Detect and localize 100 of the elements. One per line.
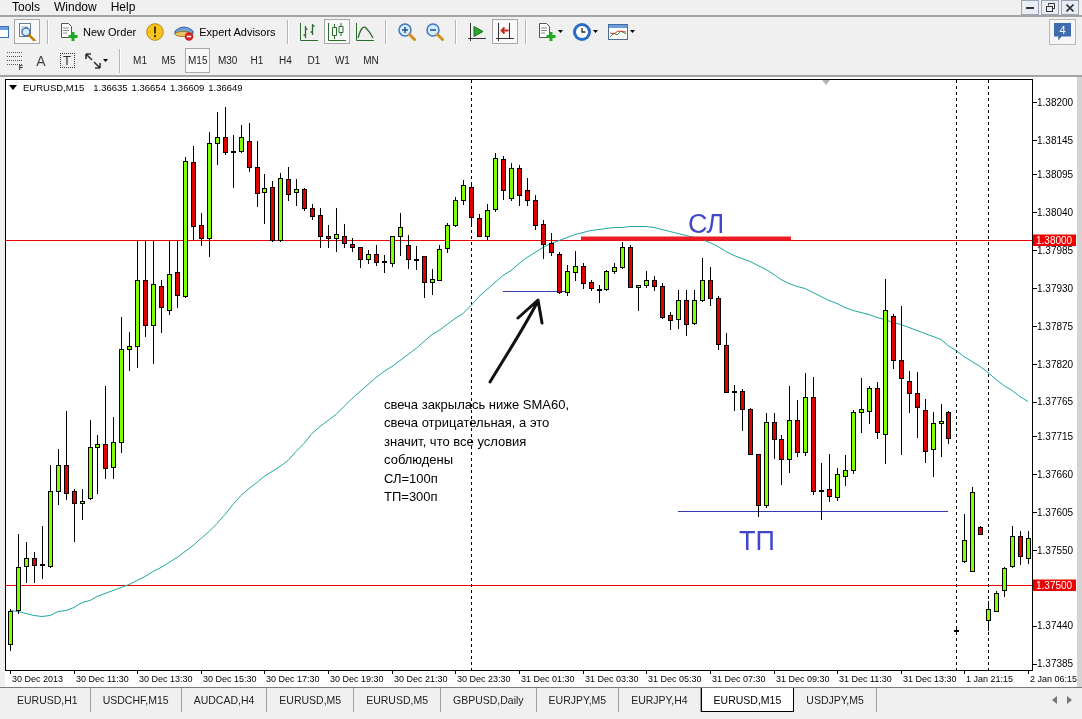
close-button[interactable] bbox=[1061, 0, 1079, 15]
candle-body bbox=[390, 236, 395, 264]
candle-body bbox=[262, 188, 267, 193]
candle-body bbox=[398, 227, 403, 237]
candle-body bbox=[1018, 536, 1023, 557]
candle-wick bbox=[909, 370, 910, 414]
candle-body bbox=[581, 266, 586, 284]
candle-body bbox=[151, 284, 156, 326]
close-icon bbox=[1066, 3, 1074, 12]
timeframe-button[interactable]: H4 bbox=[273, 48, 298, 73]
menu-item[interactable]: Help bbox=[103, 0, 143, 14]
chart-tab[interactable]: EURUSD,H1 bbox=[5, 688, 91, 712]
time-axis-label: 30 Dec 11:30 bbox=[76, 674, 129, 684]
price-axis-label: 1.38200 bbox=[1037, 96, 1074, 108]
candle-wick bbox=[837, 467, 838, 502]
left-arrow-icon[interactable] bbox=[1052, 696, 1057, 704]
candle-wick bbox=[161, 279, 162, 334]
candle-body bbox=[700, 280, 705, 301]
menu-item[interactable]: Tools bbox=[5, 0, 47, 14]
time-axis-label: 1 Jan 21:15 bbox=[966, 674, 1014, 684]
candle-body bbox=[16, 567, 21, 611]
time-axis-label: 30 Dec 15:30 bbox=[203, 674, 257, 684]
minimize-icon bbox=[1026, 6, 1034, 9]
timeframe-button[interactable]: M30 bbox=[214, 48, 241, 73]
candle-body bbox=[175, 272, 180, 296]
candle-body bbox=[469, 187, 474, 218]
timeframe-button[interactable]: MN bbox=[358, 48, 383, 73]
restore-button[interactable] bbox=[1041, 0, 1059, 15]
timeframe-button[interactable]: H1 bbox=[244, 48, 269, 73]
timeframe-button[interactable]: M1 bbox=[128, 48, 152, 73]
candle-body bbox=[939, 421, 944, 424]
chart-tab[interactable]: GBPUSD,Daily bbox=[441, 688, 537, 712]
candle-wick bbox=[941, 403, 942, 458]
price-tag: 1.37500 bbox=[1033, 579, 1076, 591]
timeframe-button[interactable]: M5 bbox=[156, 48, 181, 73]
price-axis-label: 1.37715 bbox=[1037, 430, 1074, 442]
price-axis-label: 1.37820 bbox=[1037, 358, 1074, 370]
candle-body bbox=[835, 474, 840, 498]
caret-icon bbox=[629, 30, 635, 33]
candle-wick bbox=[34, 551, 35, 584]
chart-tab[interactable]: USDCHF,M15 bbox=[90, 688, 182, 712]
candle-wick bbox=[543, 219, 544, 260]
candle-body bbox=[684, 300, 689, 325]
candle-wick bbox=[344, 223, 345, 249]
candle-body bbox=[239, 137, 244, 152]
candle-wick bbox=[74, 488, 75, 543]
text-label-button[interactable]: T bbox=[55, 48, 79, 73]
candle-body bbox=[358, 247, 363, 260]
candle-wick bbox=[400, 212, 401, 257]
price-axis-label: 1.37385 bbox=[1037, 658, 1074, 670]
time-axis-label: 31 Dec 01:30 bbox=[521, 674, 575, 684]
candle-body bbox=[787, 420, 792, 460]
timeframe-button[interactable]: W1 bbox=[330, 48, 355, 73]
candle-wick bbox=[241, 124, 242, 154]
candle-wick bbox=[97, 434, 98, 495]
candle-body bbox=[445, 225, 450, 249]
candle-body bbox=[724, 345, 729, 393]
candle-body bbox=[772, 422, 777, 440]
message-badge: 4 bbox=[1054, 22, 1071, 41]
chart-tab[interactable]: EURJPY,M5 bbox=[536, 688, 620, 712]
quote-value: 1.36635 bbox=[93, 82, 128, 93]
candle-body bbox=[517, 168, 522, 196]
chart-tab[interactable]: EURJPY,H4 bbox=[619, 688, 701, 712]
zoom-in-icon bbox=[397, 22, 416, 41]
candle-body bbox=[318, 215, 323, 237]
candle-body bbox=[103, 444, 108, 469]
notifications-button[interactable]: 4 bbox=[1049, 18, 1076, 45]
dropdown-triangle-icon[interactable] bbox=[9, 85, 17, 90]
timeframe-button[interactable]: M15 bbox=[185, 48, 211, 73]
chart-tab[interactable]: AUDCAD,H4 bbox=[181, 688, 268, 712]
candle-wick bbox=[201, 212, 202, 247]
time-axis-label: 31 Dec 09:30 bbox=[776, 674, 830, 684]
expert-advisors-button[interactable]: Expert Advisors bbox=[170, 19, 280, 44]
right-arrow-icon[interactable] bbox=[1067, 696, 1072, 704]
time-axis-label: 31 Dec 07:30 bbox=[712, 674, 766, 684]
candle-wick bbox=[869, 385, 870, 425]
candle-body bbox=[525, 190, 530, 201]
data-window-button[interactable] bbox=[14, 19, 40, 44]
annotation-text: СЛ=100п bbox=[384, 469, 439, 488]
chart-tab[interactable]: EURUSD,M15 bbox=[700, 688, 795, 712]
triangle-marker-icon[interactable] bbox=[822, 80, 830, 85]
minimize-button[interactable] bbox=[1021, 0, 1039, 15]
candle-body bbox=[851, 412, 856, 471]
candle-wick bbox=[320, 207, 321, 249]
candle-wick bbox=[551, 232, 552, 257]
text-tool-button[interactable]: A bbox=[29, 48, 53, 73]
candle-body bbox=[88, 447, 93, 499]
candlestick-chart-button[interactable] bbox=[323, 19, 350, 44]
menu-item[interactable]: Window bbox=[47, 0, 104, 14]
bar-chart-icon bbox=[299, 22, 318, 41]
chart-tab[interactable]: USDJPY,M5 bbox=[794, 688, 877, 712]
timeframe-button[interactable]: D1 bbox=[301, 48, 326, 73]
chart-tab[interactable]: EURUSD,M5 bbox=[267, 688, 355, 712]
chart-shift-button[interactable] bbox=[491, 19, 518, 44]
candle-body bbox=[962, 540, 967, 562]
chart-tab[interactable]: EURUSD,M5 bbox=[354, 688, 441, 712]
time-axis-label: 31 Dec 13:30 bbox=[903, 674, 957, 684]
candle-body bbox=[127, 346, 132, 350]
time-axis-label: 31 Dec 03:30 bbox=[585, 674, 639, 684]
new-order-button[interactable]: New Order bbox=[56, 19, 141, 44]
